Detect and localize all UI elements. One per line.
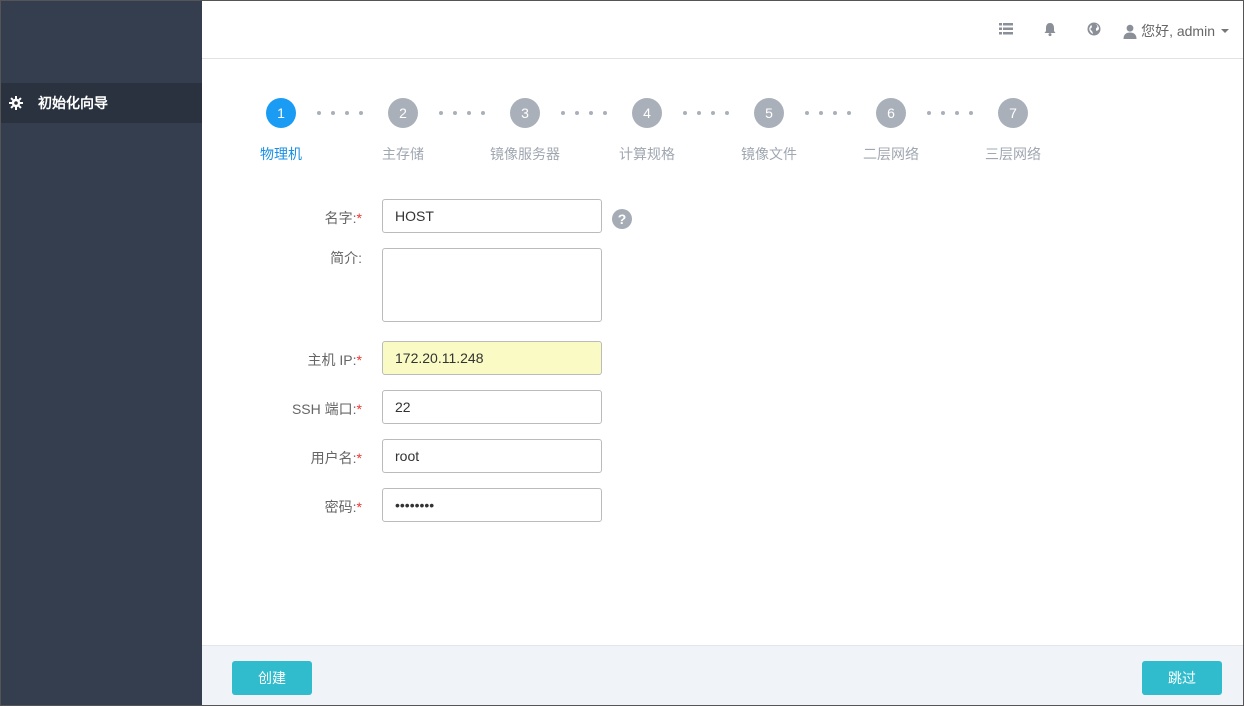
step-connector xyxy=(927,111,973,115)
description-label: 简介: xyxy=(330,250,362,266)
host-ip-label: 主机 IP:* xyxy=(307,352,362,368)
ssh-port-label: SSH 端口:* xyxy=(291,401,362,417)
chevron-down-icon xyxy=(1221,29,1229,33)
ssh-port-field[interactable]: 22 xyxy=(382,390,602,424)
step-label: 二层网络 xyxy=(863,146,919,162)
step-connector xyxy=(805,111,851,115)
user-greeting: 您好, admin xyxy=(1141,23,1215,39)
name-field[interactable]: HOST xyxy=(382,199,602,233)
step-label: 三层网络 xyxy=(985,146,1041,162)
create-button[interactable]: 创建 xyxy=(232,661,312,695)
app-window: 初始化向导 您好, admin 1 物理机 2 主存储 3 镜像服务器 4 计算… xyxy=(0,0,1244,706)
password-field[interactable]: •••••••• xyxy=(382,488,602,522)
step-7[interactable]: 7 三层网络 xyxy=(968,98,1058,164)
username-label: 用户名:* xyxy=(310,450,362,466)
main-content: 1 物理机 2 主存储 3 镜像服务器 4 计算规格 5 镜像文件 6 二层网络… xyxy=(202,60,1243,645)
skip-button[interactable]: 跳过 xyxy=(1142,661,1222,695)
name-label: 名字:* xyxy=(324,210,362,226)
list-icon[interactable] xyxy=(998,21,1014,37)
description-field[interactable] xyxy=(382,248,602,322)
host-form: 名字:* HOST ? 简介: 主机 IP:* 172.20.11.248 SS… xyxy=(202,60,802,620)
top-bar: 您好, admin xyxy=(202,1,1243,59)
globe-icon[interactable] xyxy=(1086,21,1102,37)
host-ip-field[interactable]: 172.20.11.248 xyxy=(382,341,602,375)
password-label: 密码:* xyxy=(324,499,362,515)
gear-icon xyxy=(9,96,23,110)
sidebar-item-init-wizard[interactable]: 初始化向导 xyxy=(1,83,202,123)
step-6[interactable]: 6 二层网络 xyxy=(846,98,936,164)
user-menu[interactable]: 您好, admin xyxy=(1123,21,1229,41)
step-number: 6 xyxy=(876,98,906,128)
step-number: 7 xyxy=(998,98,1028,128)
question-icon[interactable]: ? xyxy=(612,209,632,229)
user-icon xyxy=(1123,24,1137,39)
sidebar: 初始化向导 xyxy=(1,1,202,705)
username-field[interactable]: root xyxy=(382,439,602,473)
footer-bar: 创建 跳过 xyxy=(202,645,1243,705)
bell-icon[interactable] xyxy=(1042,21,1058,37)
sidebar-item-label: 初始化向导 xyxy=(38,95,108,111)
